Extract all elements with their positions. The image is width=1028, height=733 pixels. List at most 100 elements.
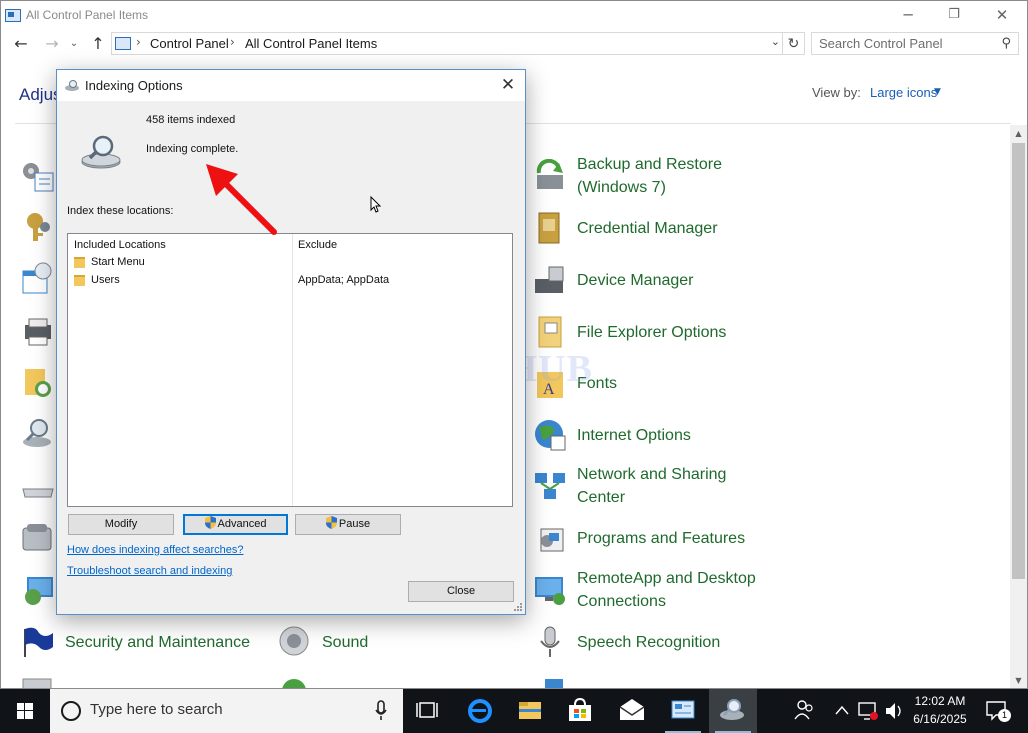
indexing-affect-searches-link[interactable]: How does indexing affect searches? — [67, 544, 244, 556]
advanced-button[interactable]: Advanced — [183, 514, 288, 535]
credential-item[interactable] — [21, 209, 55, 243]
title-bar: All Control Panel Items — [1, 1, 1027, 29]
remoteapp-label[interactable]: RemoteApp and Desktop Connections — [577, 567, 756, 613]
items-indexed-count: 458 items indexed — [146, 114, 236, 126]
speech-recognition-item[interactable]: Speech Recognition — [533, 625, 720, 659]
chevron-right-icon[interactable]: › — [230, 35, 235, 49]
keyboard-item[interactable] — [21, 473, 55, 507]
up-arrow-icon[interactable]: ↑ — [87, 31, 109, 57]
device-manager-icon — [533, 263, 567, 297]
indexing-options-taskbar-button[interactable] — [709, 689, 757, 733]
speech-recognition-label[interactable]: Speech Recognition — [577, 631, 720, 654]
credential-manager-label[interactable]: Credential Manager — [577, 217, 718, 240]
flag-icon — [21, 625, 55, 659]
column-header-included: Included Locations — [74, 239, 166, 251]
file-history-item[interactable] — [21, 365, 55, 399]
task-view-button[interactable] — [403, 689, 451, 733]
scroll-down-icon[interactable]: ▼ — [1010, 672, 1027, 688]
network-sharing-item[interactable]: Network and Sharing Center — [533, 463, 726, 509]
caret-down-icon[interactable]: ▼ — [934, 87, 941, 97]
network-button[interactable] — [856, 689, 880, 733]
close-dialog-button[interactable]: Close — [408, 581, 514, 602]
pause-button[interactable]: Pause — [295, 514, 401, 535]
recent-dropdown-icon[interactable]: ⌄ — [63, 31, 85, 57]
microphone-icon[interactable] — [374, 700, 388, 722]
phone-modem-icon — [21, 520, 55, 554]
search-field[interactable]: ⚲ — [811, 32, 1019, 55]
view-by-dropdown[interactable]: Large icons — [870, 85, 937, 100]
forward-arrow-icon[interactable]: → — [41, 31, 63, 57]
back-arrow-icon[interactable]: ← — [10, 31, 32, 57]
devices-printers-item[interactable] — [21, 313, 55, 347]
backup-restore-label[interactable]: Backup and Restore (Windows 7) — [577, 153, 722, 199]
view-by-label: View by: — [812, 85, 861, 100]
location-row[interactable]: Start Menu — [74, 256, 145, 268]
start-button[interactable] — [0, 689, 50, 733]
uac-shield-icon — [325, 516, 337, 529]
notification-count-badge: 1 — [998, 709, 1011, 722]
backup-restore-item[interactable]: Backup and Restore (Windows 7) — [533, 153, 722, 199]
speaker-icon — [278, 625, 312, 659]
control-panel-taskbar-button[interactable] — [659, 689, 707, 733]
windows-logo-icon — [17, 703, 33, 719]
clock-time[interactable]: 12:02 AM — [914, 694, 966, 708]
system-item[interactable] — [533, 677, 567, 688]
clock-date[interactable]: 6/16/2025 — [908, 712, 972, 726]
security-maintenance-item[interactable]: Security and Maintenance — [21, 625, 250, 659]
scroll-up-icon[interactable]: ▲ — [1010, 125, 1027, 142]
recovery-item[interactable] — [21, 573, 55, 607]
store-button[interactable] — [556, 689, 604, 733]
minimize-button[interactable]: ─ — [885, 1, 931, 29]
device-manager-item[interactable]: Device Manager — [533, 263, 694, 297]
search-icon[interactable]: ⚲ — [1001, 36, 1011, 51]
admin-tools-item[interactable] — [21, 159, 55, 193]
chevron-right-icon[interactable]: › — [136, 35, 141, 49]
tray-overflow-button[interactable] — [832, 689, 852, 733]
chevron-down-icon[interactable]: ⌄ — [771, 35, 780, 48]
refresh-icon[interactable]: ↻ — [783, 32, 805, 55]
sound-item[interactable]: Sound — [278, 625, 368, 659]
file-explorer-options-label[interactable]: File Explorer Options — [577, 321, 726, 344]
programs-features-label[interactable]: Programs and Features — [577, 527, 745, 550]
file-explorer-options-item[interactable]: File Explorer Options — [533, 315, 726, 349]
close-button[interactable]: ✕ — [979, 1, 1025, 29]
modify-button[interactable]: Modify — [68, 514, 174, 535]
mail-button[interactable] — [608, 689, 656, 733]
remoteapp-item[interactable]: RemoteApp and Desktop Connections — [533, 567, 756, 613]
credential-manager-item[interactable]: Credential Manager — [533, 211, 718, 245]
dialog-close-icon[interactable]: ✕ — [491, 70, 525, 101]
vertical-scrollbar[interactable]: ▲ ▼ — [1010, 125, 1027, 688]
sound-label[interactable]: Sound — [322, 631, 368, 654]
scroll-thumb[interactable] — [1012, 143, 1025, 579]
taskbar-search-box[interactable]: Type here to search — [50, 689, 403, 733]
search-input[interactable] — [812, 33, 992, 54]
location-row[interactable]: Users — [74, 274, 120, 286]
chevron-up-icon — [835, 705, 849, 715]
breadcrumb-all-items[interactable]: All Control Panel Items — [245, 36, 377, 51]
modify-label: Modify — [104, 518, 138, 530]
locations-table[interactable]: Included Locations Exclude Start Menu Us… — [67, 233, 513, 507]
sync-center-item[interactable] — [278, 677, 312, 688]
date-time-item[interactable] — [21, 261, 55, 295]
phone-modem-item[interactable] — [21, 520, 55, 554]
indexing-item[interactable] — [21, 416, 55, 450]
internet-options-item[interactable]: Internet Options — [533, 418, 691, 452]
people-button[interactable] — [790, 689, 818, 733]
volume-button[interactable] — [882, 689, 906, 733]
security-maintenance-label[interactable]: Security and Maintenance — [65, 631, 250, 654]
folder-icon — [74, 256, 85, 268]
programs-features-item[interactable]: Programs and Features — [533, 521, 745, 555]
maximize-button[interactable]: ❐ — [931, 1, 977, 29]
device-manager-label[interactable]: Device Manager — [577, 269, 694, 292]
breadcrumb-control-panel[interactable]: Control Panel — [150, 36, 229, 51]
network-sharing-label[interactable]: Network and Sharing Center — [577, 463, 726, 509]
storage-spaces-item[interactable] — [21, 677, 55, 688]
internet-options-label[interactable]: Internet Options — [577, 424, 691, 447]
edge-button[interactable] — [456, 689, 504, 733]
troubleshoot-search-link[interactable]: Troubleshoot search and indexing — [67, 565, 232, 577]
credential-manager-icon — [533, 211, 567, 245]
file-explorer-button[interactable] — [506, 689, 554, 733]
resize-grip-icon[interactable] — [513, 602, 523, 612]
address-bar[interactable]: › Control Panel › All Control Panel Item… — [111, 32, 783, 55]
indexing-status-icon — [81, 135, 121, 169]
